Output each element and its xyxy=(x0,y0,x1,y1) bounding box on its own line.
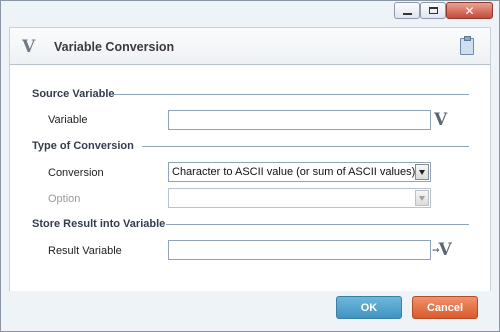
dialog-header: V Variable Conversion xyxy=(9,27,491,65)
conversion-label: Conversion xyxy=(48,167,104,179)
result-variable-picker-button[interactable]: →V xyxy=(432,240,452,260)
cancel-button[interactable]: Cancel xyxy=(412,296,478,319)
title-bar[interactable]: ✕ xyxy=(1,1,499,27)
dialog-footer: OK Cancel xyxy=(9,291,491,327)
section-title-conversion: Type of Conversion xyxy=(32,140,134,152)
ok-button[interactable]: OK xyxy=(336,296,402,319)
section-divider xyxy=(142,146,469,147)
chevron-down-icon[interactable] xyxy=(415,164,429,180)
conversion-select[interactable]: Character to ASCII value (or sum of ASCI… xyxy=(168,162,431,182)
option-select[interactable] xyxy=(168,188,431,208)
variable-v-icon: V xyxy=(438,240,452,260)
dialog-title: Variable Conversion xyxy=(54,40,175,54)
section-divider xyxy=(114,94,469,95)
clipboard-icon[interactable] xyxy=(460,36,474,55)
section-title-result: Store Result into Variable xyxy=(32,218,166,230)
variable-picker-button[interactable]: V xyxy=(434,110,447,130)
arrow-right-icon: → xyxy=(432,246,440,256)
conversion-selected-value: Character to ASCII value (or sum of ASCI… xyxy=(172,166,416,178)
section-title-source: Source Variable xyxy=(32,88,115,100)
chevron-down-icon[interactable] xyxy=(415,190,429,206)
result-variable-label: Result Variable xyxy=(48,245,122,257)
maximize-icon xyxy=(428,7,438,14)
close-button[interactable]: ✕ xyxy=(446,2,493,19)
section-divider xyxy=(166,224,469,225)
dialog-window: ✕ V Variable Conversion Source Variable … xyxy=(0,0,500,332)
maximize-button[interactable] xyxy=(420,2,446,19)
option-label: Option xyxy=(48,193,81,205)
dialog-content: Source Variable Variable V Type of Conve… xyxy=(9,65,491,291)
variable-label: Variable xyxy=(48,114,88,126)
minimize-button[interactable] xyxy=(394,2,420,19)
close-icon: ✕ xyxy=(464,3,475,18)
minimize-icon xyxy=(402,13,412,15)
result-variable-input[interactable] xyxy=(168,240,431,260)
app-logo-icon: V xyxy=(22,37,36,57)
variable-input[interactable] xyxy=(168,110,431,130)
